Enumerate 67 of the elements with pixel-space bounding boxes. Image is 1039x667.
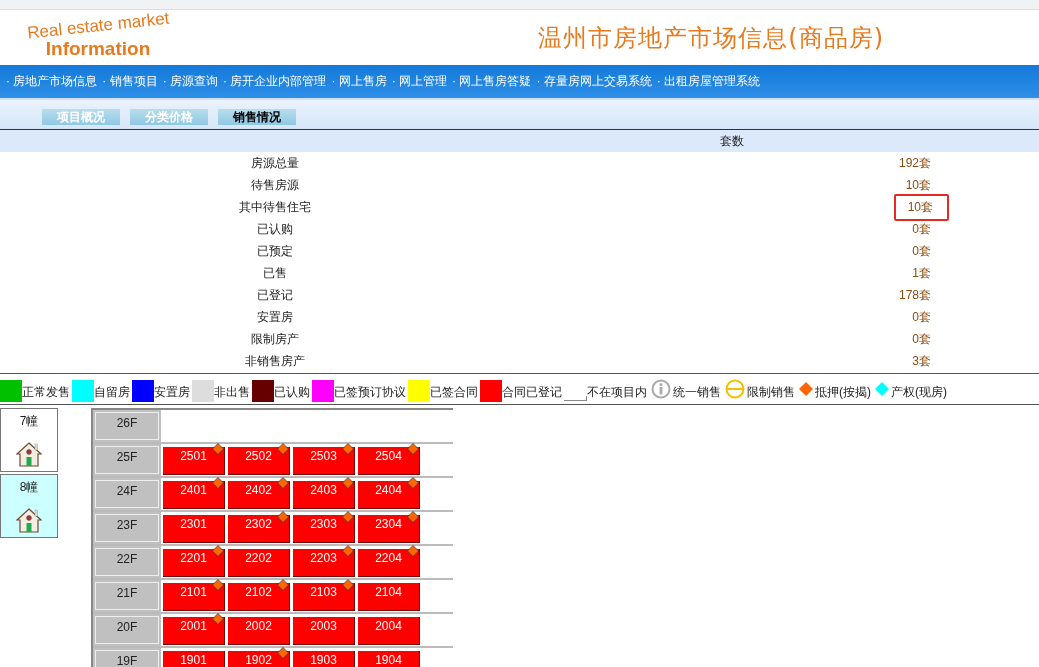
count-value: 3套: [911, 352, 932, 370]
unit-cell[interactable]: 1901: [163, 651, 225, 667]
building-tab[interactable]: 7幢: [0, 408, 58, 472]
nav-link[interactable]: · 房源查询: [162, 73, 219, 90]
legend-label: 已签预订协议: [334, 384, 406, 401]
tab[interactable]: 销售情况: [218, 109, 296, 125]
building-tab[interactable]: 8幢: [0, 474, 58, 538]
site-title: 温州市房地产市场信息(商品房): [538, 22, 884, 54]
legend-label: 非出售: [214, 384, 250, 401]
floor-label: 22F: [95, 548, 159, 576]
row-label: 已登记: [256, 286, 294, 304]
unit-cell[interactable]: 1903: [293, 651, 355, 667]
row-label: 已认购: [256, 220, 294, 238]
floor-label: 24F: [95, 480, 159, 508]
row-label: 安置房: [256, 308, 294, 326]
nav-link[interactable]: · 网上售房答疑: [452, 73, 532, 90]
nav-link[interactable]: · 网上管理: [391, 73, 448, 90]
nav-link[interactable]: · 存量房网上交易系统: [536, 73, 652, 90]
row-label: 待售房源: [250, 176, 300, 194]
count-value: 0套: [911, 220, 932, 238]
unit-cell[interactable]: 2301: [163, 515, 225, 543]
count-value: 1套: [911, 264, 932, 282]
legend-label: 已认购: [274, 384, 310, 401]
row-label: 非销售房产: [244, 352, 306, 370]
floor-label: 26F: [95, 412, 159, 440]
row-label: 房源总量: [250, 154, 300, 172]
legend-label: 合同已登记: [502, 384, 562, 401]
nav-link[interactable]: · 房开企业内部管理: [223, 73, 327, 90]
row-label: 已售: [262, 264, 288, 282]
floor-label: 23F: [95, 514, 159, 542]
floor-label: 21F: [95, 582, 159, 610]
count-value: 0套: [911, 242, 932, 260]
count-value: 178套: [897, 286, 932, 304]
nav-link[interactable]: · 销售项目: [102, 73, 158, 90]
legend-label: 限制销售: [747, 384, 795, 401]
legend-label: 产权(现房): [891, 384, 947, 401]
legend-label: 统一销售: [673, 384, 721, 401]
floor-label: 20F: [95, 616, 159, 644]
count-value: 10套: [904, 176, 932, 194]
count-value: 192套: [897, 154, 932, 172]
unit-cell[interactable]: 2104: [358, 583, 420, 611]
nav-link[interactable]: · 出租房屋管理系统: [656, 73, 761, 90]
unit-cell[interactable]: 1904: [358, 651, 420, 667]
info-icon: [651, 379, 671, 399]
count-value: 10套: [893, 193, 949, 221]
house-icon: [16, 507, 42, 533]
floor-label: 19F: [95, 650, 159, 667]
nav-link[interactable]: · 房地产市场信息: [6, 73, 98, 90]
house-icon: [16, 441, 42, 467]
row-label: 其中待售住宅: [238, 198, 312, 216]
legend-label: 抵押(按揭): [815, 384, 871, 401]
legend-label: 已签合同: [430, 384, 478, 401]
count-value: 0套: [911, 308, 932, 326]
nav-link[interactable]: · 网上售房: [331, 73, 387, 90]
legend-label: 不在项目内: [587, 384, 647, 401]
floor-label: 25F: [95, 446, 159, 474]
unit-cell[interactable]: 2004: [358, 617, 420, 645]
legend-label: 安置房: [154, 384, 190, 401]
unit-cell[interactable]: 2002: [228, 617, 290, 645]
legend-label: 自留房: [94, 384, 130, 401]
legend-label: 正常发售: [22, 384, 70, 401]
column-header: 套数: [720, 132, 744, 150]
count-value: 0套: [911, 330, 932, 348]
unit-cell[interactable]: 2003: [293, 617, 355, 645]
unit-cell[interactable]: 2202: [228, 549, 290, 577]
row-label: 限制房产: [250, 330, 300, 348]
row-label: 已预定: [256, 242, 294, 260]
